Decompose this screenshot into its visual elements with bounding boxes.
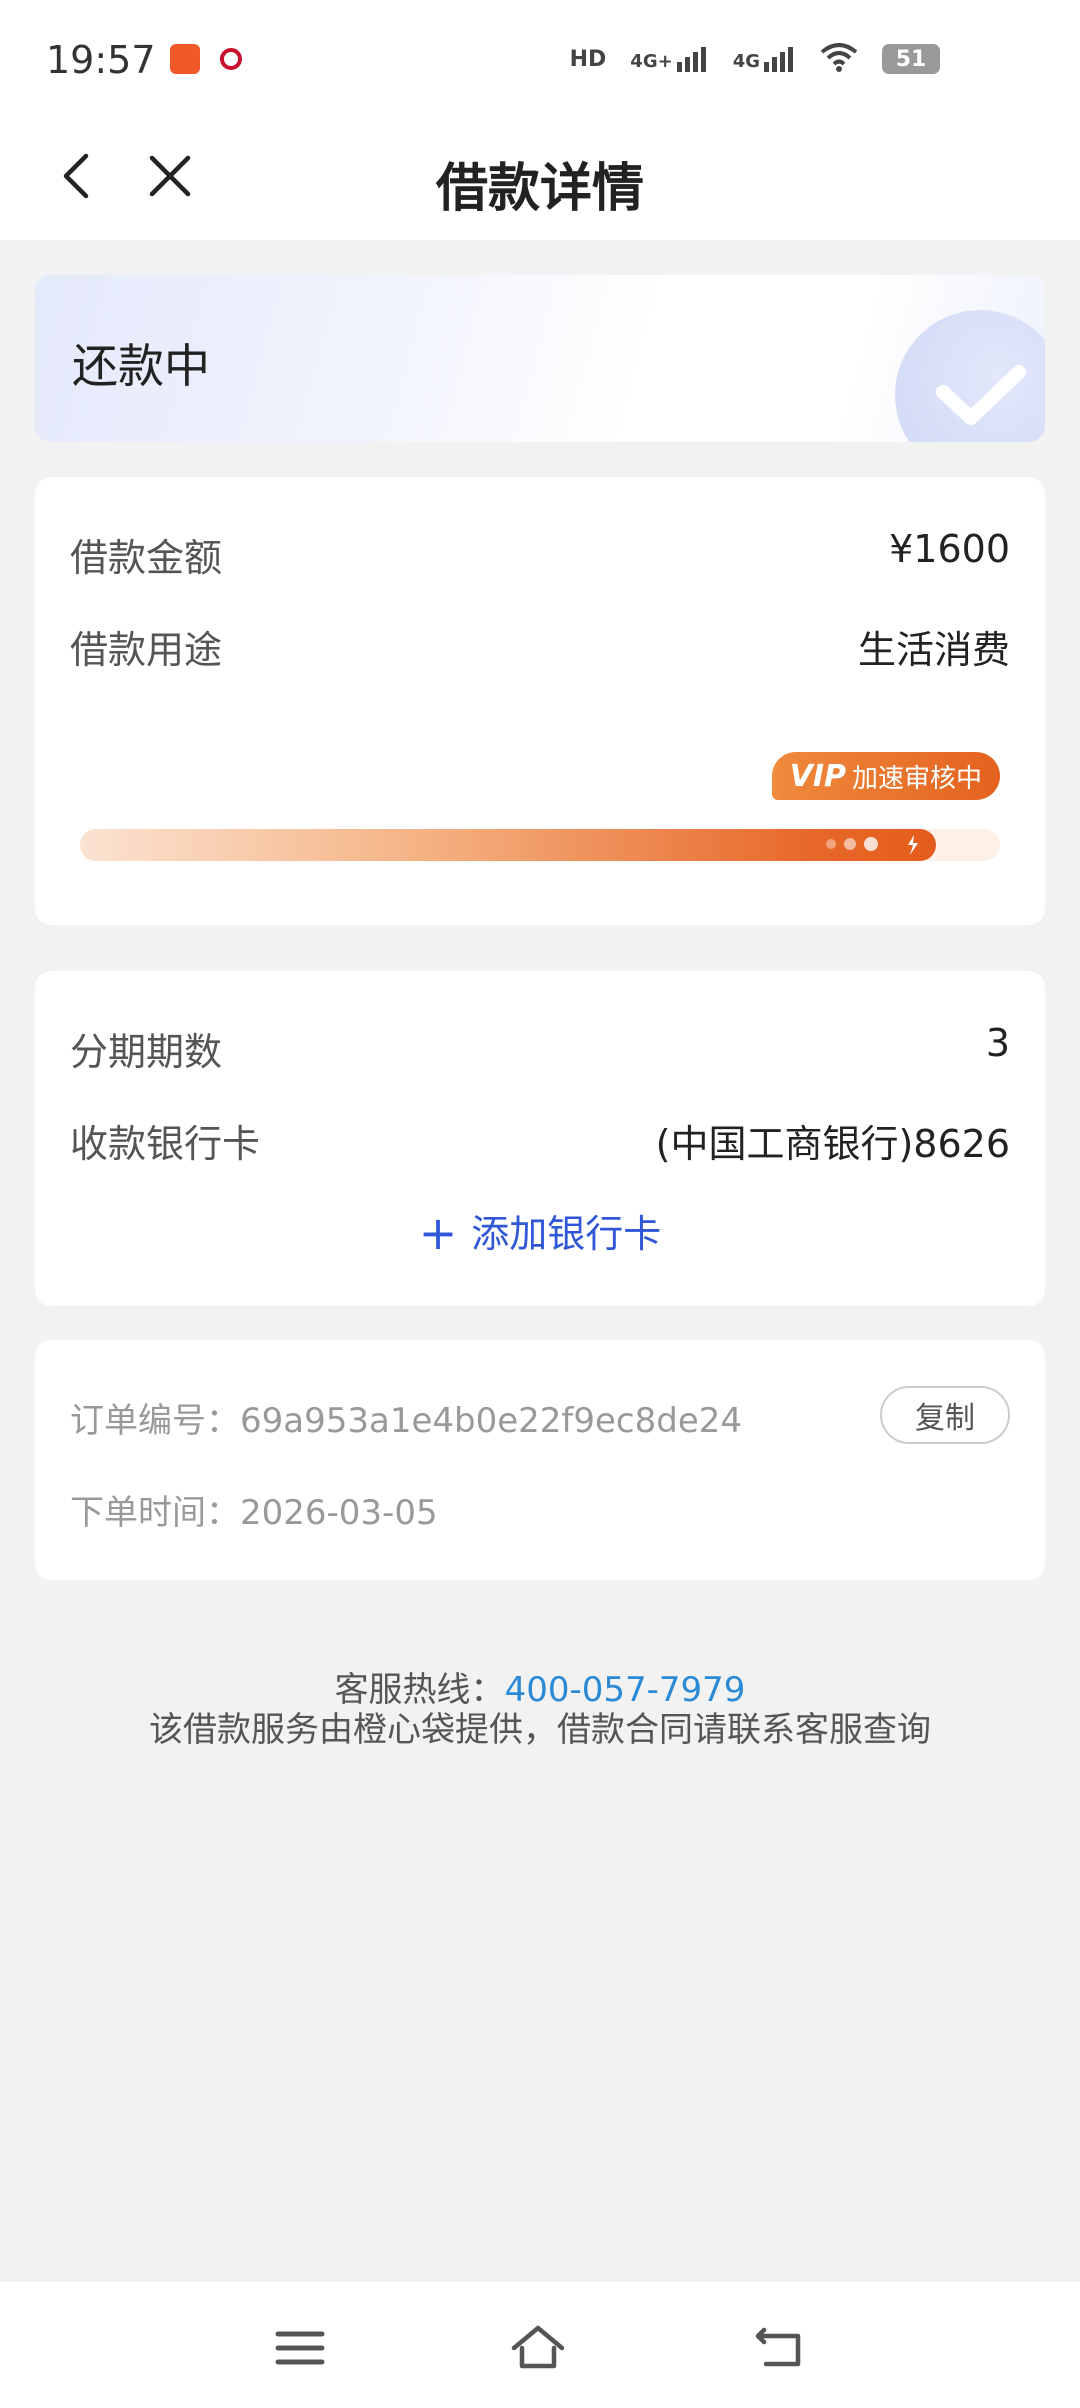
status-time: 19:57 [46, 38, 156, 82]
page-title: 借款详情 [435, 159, 644, 219]
hotline-row: 客服热线：400-057-7979 [0, 1670, 1080, 1710]
installment-card: 分期期数 3 收款银行卡 (中国工商银行)8626 + 添加银行卡 [35, 971, 1045, 1306]
order-time-row: 下单时间：2026-03-05 [70, 1485, 438, 1534]
hotline-label: 客服热线： [334, 1670, 505, 1710]
home-button[interactable] [508, 2318, 568, 2378]
amount-label: 借款金额 [70, 536, 223, 580]
battery-icon: 51 [882, 44, 940, 74]
rocket-icon [908, 835, 918, 855]
vip-text: 加速审核中 [851, 763, 982, 794]
sim2-tag: 4G [732, 51, 760, 72]
order-time-label: 下单时间： [70, 1493, 240, 1533]
nav-bar: 借款详情 [0, 120, 1080, 240]
bank-card-value: (中国工商银行)8626 [655, 1122, 1010, 1166]
hd-tag: HD [569, 46, 607, 72]
app-notification-icon [170, 44, 200, 74]
loan-status-label: 还款中 [72, 339, 210, 393]
menu-button[interactable] [270, 2318, 330, 2378]
loan-status-card: 还款中 [35, 275, 1045, 442]
status-indicators: HD 4G+ 4G 51 [570, 42, 940, 76]
add-bank-card-label: 添加银行卡 [471, 1212, 662, 1256]
unicom-icon [216, 44, 246, 74]
period-label: 分期期数 [70, 1030, 223, 1074]
progress-dots [826, 837, 878, 851]
vip-tag: VIP [789, 758, 846, 794]
status-bar: 19:57 HD 4G+ 4G 51 [0, 0, 1080, 120]
back-nav-button[interactable] [750, 2318, 810, 2378]
purpose-value: 生活消费 [857, 628, 1010, 672]
menu-icon [275, 2331, 325, 2365]
plus-icon: + [418, 1206, 458, 1260]
order-number-value: 69a953a1e4b0e22f9ec8de24 [240, 1401, 743, 1441]
order-time-value: 2026-03-05 [240, 1493, 438, 1533]
review-progress-bar [80, 829, 1000, 861]
hotline-number-link[interactable]: 400-057-7979 [505, 1670, 746, 1710]
add-bank-card-button[interactable]: + 添加银行卡 [35, 1203, 1045, 1260]
order-info-card: 订单编号：69a953a1e4b0e22f9ec8de24 复制 下单时间：20… [35, 1340, 1045, 1580]
order-number-row: 订单编号：69a953a1e4b0e22f9ec8de24 [70, 1393, 742, 1442]
vip-review-badge: VIP 加速审核中 [771, 752, 1000, 800]
check-icon [895, 310, 1045, 442]
footer-info: 客服热线：400-057-7979 该借款服务由橙心袋提供，借款合同请联系客服查… [0, 1670, 1080, 1750]
order-number-label: 订单编号： [70, 1401, 240, 1441]
wifi-icon [820, 42, 858, 76]
period-value: 3 [985, 1021, 1010, 1065]
system-nav-bar [0, 2282, 1080, 2408]
copy-button[interactable]: 复制 [880, 1386, 1010, 1444]
home-icon [511, 2325, 565, 2369]
back-nav-icon [755, 2327, 801, 2367]
service-disclaimer: 该借款服务由橙心袋提供，借款合同请联系客服查询 [149, 1710, 931, 1750]
signal-icon-1: 4G+ [630, 46, 708, 72]
signal-icon-2: 4G [733, 46, 796, 72]
bank-card-label: 收款银行卡 [70, 1122, 261, 1166]
sim1-tag: 4G+ [630, 51, 673, 72]
purpose-label: 借款用途 [70, 628, 223, 672]
progress-fill [80, 829, 936, 861]
loan-info-card: 借款金额 ¥1600 借款用途 生活消费 VIP 加速审核中 [35, 477, 1045, 925]
amount-value: ¥1600 [889, 527, 1010, 571]
